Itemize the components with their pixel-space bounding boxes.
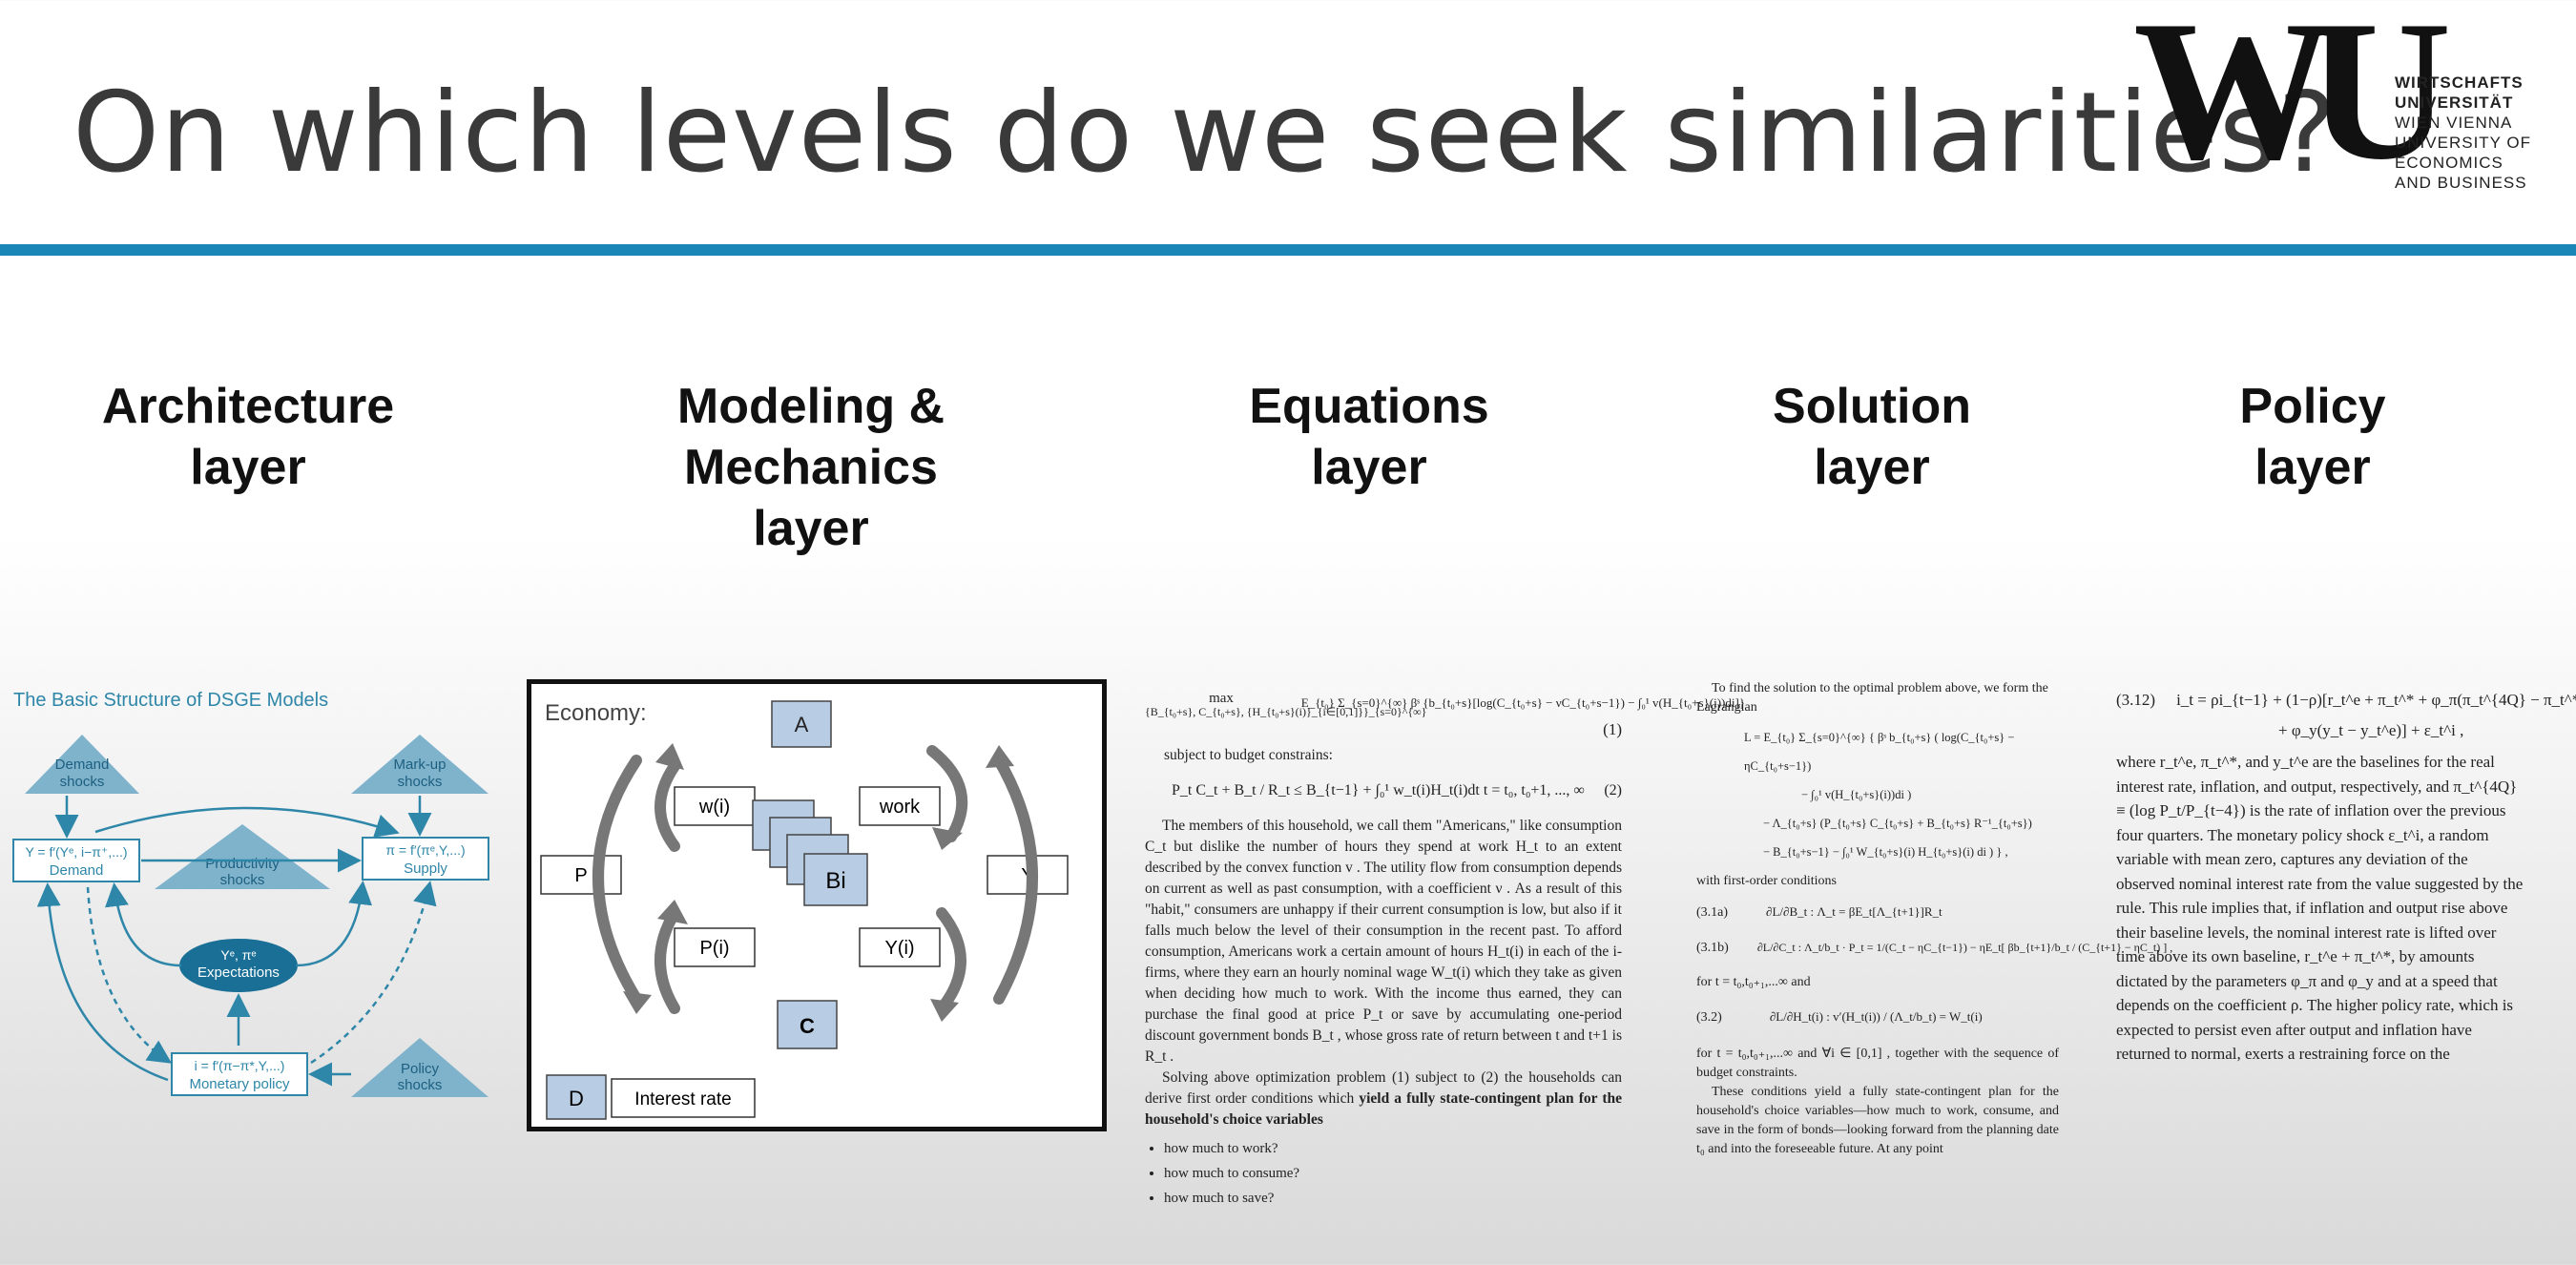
flow-arrow — [654, 760, 680, 852]
equations-document: max {B_{t₀+s}, C_{t₀+s}, {H_{t₀+s}(i)}_{… — [1145, 691, 1746, 1211]
dsge-structure-diagram: The Basic Structure of DSGE Models Deman… — [0, 679, 515, 1128]
svg-text:A: A — [795, 713, 809, 736]
svg-text:shocks: shocks — [220, 872, 265, 888]
foc-3-1b: (3.1b) ∂L/∂C_t : Λ_t/b_t · P_t = 1/(C_t −… — [1696, 941, 2173, 955]
taylor-rule-line1: (3.12) i_t = ρi_{t−1} + (1−ρ)[r_t^e + π_t… — [2116, 691, 2576, 709]
foc-3-2: (3.2) ∂L/∂H_t(i) : v′(H_t(i)) / (Λ_t/b_t)… — [1696, 1009, 1983, 1025]
svg-text:Demand: Demand — [55, 757, 110, 773]
layer-heading-modeling: Modeling & Mechanics layer — [676, 379, 945, 556]
list-item: how much to consume? — [1164, 1161, 1622, 1186]
subject-to: subject to budget constrains: — [1164, 747, 1333, 763]
svg-text:Supply: Supply — [404, 861, 447, 877]
svg-text:Expectations: Expectations — [197, 964, 280, 981]
svg-text:shocks: shocks — [60, 774, 105, 790]
svg-text:P: P — [574, 865, 587, 886]
flow-arrow — [936, 907, 966, 1014]
svg-text:w(i): w(i) — [698, 797, 730, 818]
layer-heading-architecture: Architecture layer — [101, 379, 395, 495]
solution-closing: These conditions yield a fully state-con… — [1696, 1085, 2059, 1156]
policy-paragraph: where r_t^e, π_t^*, and y_t^e are the ba… — [2116, 753, 2524, 1063]
lagrangian: L = E_{t₀} Σ_{s=0}^{∞} { βˢ b_{t₀+s} ( l… — [1744, 731, 2032, 859]
svg-text:Yᵉ, πᵉ: Yᵉ, πᵉ — [220, 947, 256, 963]
svg-text:P(i): P(i) — [699, 938, 729, 959]
svg-text:shocks: shocks — [398, 1077, 443, 1093]
list-item: how much to save? — [1164, 1186, 1622, 1211]
household-paragraph: The members of this household, we call t… — [1145, 818, 1622, 1065]
title-divider — [0, 244, 2576, 256]
slide-title: On which levels do we seek similarities? — [73, 69, 2337, 197]
svg-text:Monetary policy: Monetary policy — [189, 1076, 290, 1092]
objective-function: max {B_{t₀+s}, C_{t₀+s}, {H_{t₀+s}(i)}_{… — [1145, 691, 1746, 719]
layer-heading-equations: Equations layer — [1249, 379, 1489, 495]
policy-document: (3.12) i_t = ρi_{t−1} + (1−ρ)[r_t^e + π_t… — [2116, 689, 2576, 1067]
layer-heading-policy: Policy layer — [2239, 379, 2386, 495]
svg-text:Policy: Policy — [401, 1061, 440, 1077]
logo-text: WIRTSCHAFTS UNIVERSITÄT WIEN VIENNA UNIV… — [2395, 73, 2532, 192]
list-item: how much to work? — [1164, 1136, 1622, 1161]
foc-3-1a: (3.1a) ∂L/∂B_t : Λ_t = βE_t[Λ_{t+1}]R_t — [1696, 904, 1942, 920]
svg-text:D: D — [569, 1087, 584, 1110]
logo-mark: WU — [2133, 0, 2452, 201]
svg-text:π = f′(πᵉ,Y,...): π = f′(πᵉ,Y,...) — [385, 842, 465, 858]
svg-text:Y(i): Y(i) — [884, 938, 914, 959]
svg-text:work: work — [879, 797, 921, 818]
svg-text:C: C — [800, 1014, 815, 1038]
lagrangian-intro: To find the solution to the optimal prob… — [1696, 681, 2048, 715]
svg-text:i = f′(π−π*,Y,...): i = f′(π−π*,Y,...) — [195, 1058, 285, 1073]
economy-label: Economy: — [545, 700, 647, 726]
economy-diagram: Economy: A w(i) work P Y P(i) Y(i) B B B… — [527, 679, 1107, 1131]
wu-logo: WU WIRTSCHAFTS UNIVERSITÄT WIEN VIENNA U… — [2133, 0, 2553, 210]
svg-text:shocks: shocks — [398, 774, 443, 790]
svg-text:Bi: Bi — [825, 868, 845, 894]
optimization-paragraph: Solving above optimization problem (1) s… — [1145, 1069, 1623, 1128]
dsge-heading: The Basic Structure of DSGE Models — [13, 690, 328, 711]
taylor-rule-line2: + φ_y(y_t − y_t^e)] + ε_t^i , — [2278, 721, 2464, 739]
layer-heading-solution: Solution layer — [1773, 379, 1971, 495]
svg-text:Y = f′(Yᵉ, i−π⁺,...): Y = f′(Yᵉ, i−π⁺,...) — [25, 844, 127, 860]
svg-text:Productivity: Productivity — [205, 856, 280, 872]
svg-text:Mark-up: Mark-up — [393, 757, 446, 773]
svg-text:Interest rate: Interest rate — [634, 1089, 731, 1109]
flow-arrow — [654, 907, 680, 1014]
choice-variables-list: how much to work? how much to consume? h… — [1164, 1136, 1622, 1211]
solution-document: To find the solution to the optimal prob… — [1696, 679, 2173, 1159]
budget-constraint: P_t C_t + B_t / R_t ≤ B_{t−1} + ∫₀¹ w_t(… — [1172, 782, 1622, 798]
svg-text:Demand: Demand — [50, 862, 104, 879]
